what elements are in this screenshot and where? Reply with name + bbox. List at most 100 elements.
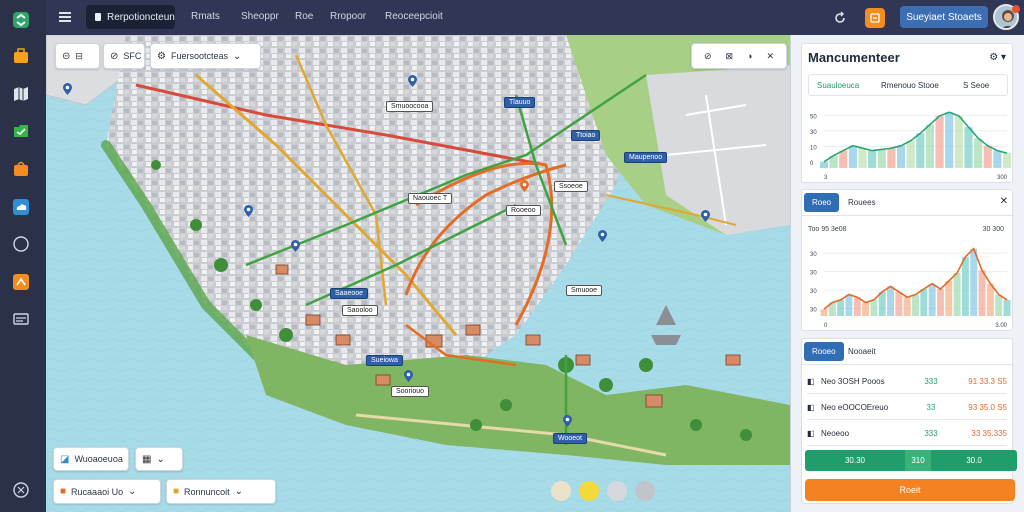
tab-2[interactable]: Rmenouo Stooe bbox=[881, 81, 939, 90]
close-icon[interactable]: ✕ bbox=[766, 51, 774, 62]
map-label[interactable]: Naouoec T bbox=[408, 193, 453, 204]
map-label[interactable]: Wooeot bbox=[553, 433, 587, 444]
row-icon: ◧ bbox=[807, 429, 815, 438]
bottom-chip-1[interactable]: ◪ Wuoaoeuoa bbox=[53, 447, 129, 471]
chart-bar bbox=[862, 302, 870, 316]
area-chart-1: 50 30 10 0 3 300 bbox=[810, 111, 1012, 181]
chevron-down-icon: ⌄ bbox=[234, 486, 243, 497]
cloud-icon[interactable] bbox=[9, 195, 33, 219]
toolbar-a[interactable]: ⊘ SFC bbox=[103, 43, 145, 69]
chart-bar bbox=[993, 150, 1002, 168]
chart-bar bbox=[961, 256, 969, 316]
layer-button-1[interactable] bbox=[551, 481, 571, 501]
chart-bar bbox=[974, 138, 983, 168]
nav-link-1[interactable]: Rmats bbox=[191, 11, 220, 22]
nav-link-2[interactable]: Sheoppr bbox=[241, 11, 279, 22]
map-controls[interactable]: ⊘ ⊠ ◑ ✕ bbox=[691, 43, 787, 69]
chart-bar bbox=[935, 115, 944, 168]
bag-icon[interactable] bbox=[9, 157, 33, 181]
chevron-down-icon: ⌄ bbox=[233, 50, 242, 62]
map-pin-icon[interactable] bbox=[404, 370, 413, 382]
map-label[interactable]: Smuooe bbox=[566, 285, 603, 296]
map-canvas[interactable]: Smuoocooa Tlauuo Ttoiao Maupenoo Naouoec… bbox=[46, 35, 790, 512]
rotate-icon[interactable]: ◑ bbox=[747, 51, 752, 61]
map-label[interactable]: Sooriouo bbox=[391, 386, 430, 397]
map-label[interactable]: Ttoiao bbox=[571, 130, 601, 141]
row-icon: ◧ bbox=[807, 403, 815, 412]
bottom-chip-4-label: Ronnuncoit bbox=[184, 486, 230, 497]
map-label[interactable]: Sueiowa bbox=[366, 355, 403, 366]
map-pin-icon[interactable] bbox=[701, 210, 710, 222]
nav-link-5[interactable]: Reoceepcioit bbox=[385, 11, 443, 22]
chart-bar bbox=[986, 283, 994, 316]
layers-icon: ⊘ bbox=[110, 50, 119, 62]
summary-bar[interactable]: 30.30 310 30.0 bbox=[805, 450, 1017, 471]
chart-bar bbox=[970, 248, 978, 316]
chart-bar bbox=[954, 115, 963, 168]
chart-bar bbox=[887, 148, 896, 168]
layer-button-3[interactable] bbox=[607, 481, 627, 501]
chart-bar bbox=[845, 294, 853, 316]
map-label[interactable]: Ssoeoe bbox=[554, 181, 588, 192]
map-pin-icon[interactable] bbox=[244, 205, 253, 217]
tram-icon: ■ bbox=[173, 486, 180, 497]
settings-icon[interactable] bbox=[9, 478, 33, 502]
bottom-chip-3[interactable]: ■ Rucaaaoi Uo ⌄ bbox=[53, 479, 161, 504]
location-select[interactable]: ⚙ Fuersootcteas ⌄ bbox=[150, 43, 261, 69]
layer-button-2[interactable] bbox=[579, 481, 599, 501]
table-row[interactable]: ◧ Neo 3OSH Pooos 333 91 33.3 S5 bbox=[807, 370, 1007, 394]
tab-nooaeit[interactable]: Nooaeit bbox=[848, 347, 876, 356]
bottom-chip-4[interactable]: ■ Ronnuncoit ⌄ bbox=[166, 479, 276, 504]
row-label: Neo eOOCOEreuo bbox=[821, 403, 889, 412]
map-label[interactable]: Maupenoo bbox=[624, 152, 668, 163]
bell-icon[interactable] bbox=[865, 8, 885, 28]
table-row[interactable]: ◧ Neo eOOCOEreuo 33 93 35.0 S5 bbox=[807, 396, 1007, 420]
nav-link-4[interactable]: Rropoor bbox=[330, 11, 366, 22]
primary-button[interactable]: Sueyiaet Stoaets bbox=[900, 6, 988, 28]
map-label[interactable]: Smuoocooa bbox=[386, 101, 434, 112]
tab-rooeo[interactable]: Rooeo bbox=[804, 342, 844, 361]
bottom-chip-2[interactable]: ▦ ⌄ bbox=[135, 447, 183, 471]
map-pin-icon[interactable] bbox=[598, 230, 607, 242]
grid-icon: ▦ bbox=[142, 453, 152, 465]
close-icon[interactable]: ✕ bbox=[1000, 196, 1008, 207]
map-label[interactable]: Rooeoo bbox=[506, 205, 541, 216]
folder-icon[interactable] bbox=[9, 119, 33, 143]
grid-icon[interactable]: ⊠ bbox=[726, 51, 734, 62]
map-label[interactable]: Saaeooe bbox=[330, 288, 369, 299]
map-pin-icon[interactable] bbox=[408, 75, 417, 87]
refresh-icon[interactable] bbox=[830, 8, 850, 28]
primary-action-button[interactable]: Roeit bbox=[805, 479, 1015, 501]
briefcase-icon[interactable] bbox=[9, 44, 33, 68]
list-icon[interactable] bbox=[9, 307, 33, 331]
layer-button-4[interactable] bbox=[635, 481, 655, 501]
doc-icon bbox=[95, 13, 101, 21]
menu-icon[interactable] bbox=[58, 10, 72, 24]
tab-1[interactable]: Suauloeuca bbox=[817, 81, 859, 90]
summary-bar-left: 30.30 bbox=[805, 450, 905, 471]
chart-card-2: Roeo Rouees ✕ Too 95 3e08 30 300 30 30 30 3… bbox=[801, 189, 1014, 331]
top-bar: Rerpotioncteun Rmats Sheoppr Roe Rropoor… bbox=[46, 0, 1024, 35]
nav-link-3[interactable]: Roe bbox=[295, 11, 313, 22]
zoom-icon[interactable]: ⊘ bbox=[704, 51, 712, 62]
tab-rouees[interactable]: Rouees bbox=[848, 198, 876, 207]
left-rail bbox=[0, 0, 46, 512]
table-row[interactable]: ◧ Neoeoo 333 33 35.335 bbox=[807, 422, 1007, 446]
row-v2: 33 35.335 bbox=[971, 429, 1007, 438]
tab-3[interactable]: S Seoe bbox=[963, 81, 989, 90]
tab-active[interactable]: Rerpotioncteun bbox=[86, 5, 175, 29]
map-label[interactable]: Tlauuo bbox=[504, 97, 536, 108]
map-pin-icon[interactable] bbox=[563, 415, 572, 427]
gear-icon[interactable]: ⚙ ▾ bbox=[989, 52, 1006, 63]
chevron-down-icon: ⌄ bbox=[156, 453, 165, 465]
map-pin-icon[interactable] bbox=[520, 180, 529, 192]
map-pin-icon[interactable] bbox=[291, 240, 300, 252]
map-pin-icon[interactable] bbox=[63, 83, 72, 95]
share-icon[interactable] bbox=[9, 270, 33, 294]
tab-roeo[interactable]: Roeo bbox=[804, 193, 840, 212]
logo-icon[interactable] bbox=[9, 8, 33, 32]
circle-icon[interactable] bbox=[9, 232, 33, 256]
filter-chip[interactable]: ⊝ ⊟ bbox=[55, 43, 100, 69]
map-label[interactable]: Saooloo bbox=[342, 305, 378, 316]
map-icon[interactable] bbox=[9, 82, 33, 106]
